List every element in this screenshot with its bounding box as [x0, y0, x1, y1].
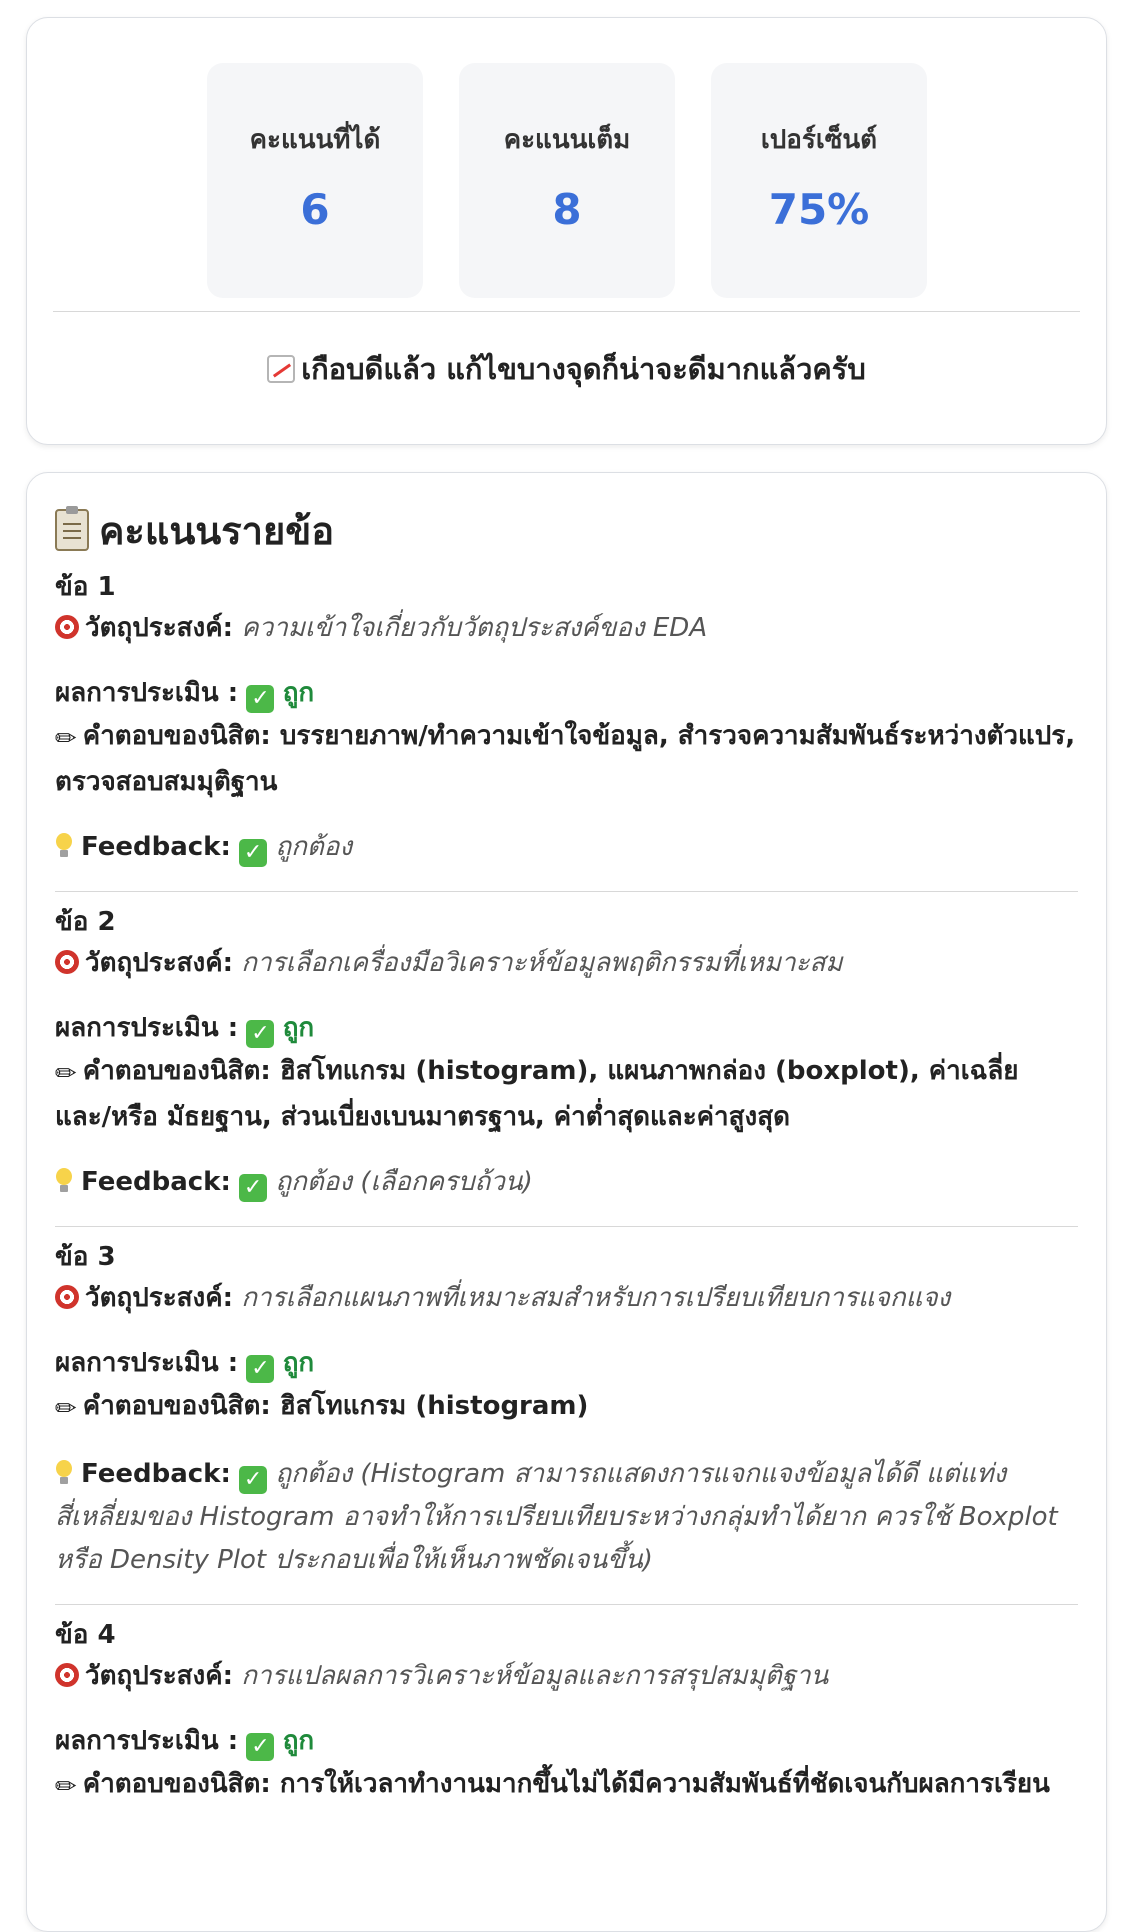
objective-text: การเลือกเครื่องมือวิเคราะห์ข้อมูลพฤติกรร…: [241, 948, 843, 978]
item-result: ผลการประเมิน : ✓ ถูก: [55, 1720, 1078, 1763]
check-mark-icon: ✓: [246, 685, 275, 713]
check-mark-icon: ✓: [239, 1174, 268, 1202]
score-total-box: คะแนนเต็ม 8: [459, 63, 675, 298]
feedback-label: Feedback:: [81, 832, 231, 862]
objective-text: การแปลผลการวิเคราะห์ข้อมูลและการสรุปสมมุ…: [241, 1661, 829, 1691]
check-mark-icon: ✓: [246, 1020, 275, 1048]
lightbulb-icon: [55, 1460, 73, 1486]
clipboard-icon: [55, 506, 89, 551]
item-result: ผลการประเมิน : ✓ ถูก: [55, 1007, 1078, 1050]
item-result: ผลการประเมิน : ✓ ถูก: [55, 672, 1078, 715]
check-mark-icon: ✓: [246, 1733, 275, 1761]
pencil-icon: ✏: [55, 724, 77, 754]
result-value: ถูก: [282, 1348, 315, 1378]
result-label: ผลการประเมิน :: [55, 1348, 239, 1378]
result-value: ถูก: [282, 1726, 315, 1756]
objective-label: วัตถุประสงค์:: [85, 1283, 234, 1313]
score-summary-card: คะแนนที่ได้ 6 คะแนนเต็ม 8 เปอร์เซ็นต์ 75…: [26, 17, 1107, 445]
score-percent-value: 75%: [768, 185, 870, 234]
pencil-icon: ✏: [55, 1059, 77, 1089]
objective-text: ความเข้าใจเกี่ยวกับวัตถุประสงค์ของ EDA: [241, 613, 708, 643]
item-objective: วัตถุประสงค์: การแปลผลการวิเคราะห์ข้อมูล…: [55, 1655, 1078, 1698]
item-objective: วัตถุประสงค์: การเลือกแผนภาพที่เหมาะสมสำ…: [55, 1277, 1078, 1320]
target-icon: [55, 615, 79, 639]
pencil-icon: ✏: [55, 1772, 77, 1802]
answer-text: การให้เวลาทำงานมากขึ้นไม่ได้มีความสัมพัน…: [279, 1769, 1050, 1799]
item-scores-card: คะแนนรายข้อ ข้อ 1 วัตถุประสงค์: ความเข้า…: [26, 472, 1107, 1932]
result-value: ถูก: [282, 1013, 315, 1043]
target-icon: [55, 950, 79, 974]
objective-label: วัตถุประสงค์:: [85, 948, 234, 978]
chart-increasing-icon: [267, 355, 296, 383]
target-icon: [55, 1285, 79, 1309]
item-answer: ✏ คำตอบของนิสิต: การให้เวลาทำงานมากขึ้นไม…: [55, 1763, 1078, 1809]
item-number: ข้อ 3: [55, 1242, 116, 1272]
check-mark-icon: ✓: [239, 839, 268, 867]
feedback-label: Feedback:: [81, 1459, 231, 1489]
result-value: ถูก: [282, 678, 315, 708]
item-number: ข้อ 2: [55, 907, 116, 937]
score-earned-value: 6: [300, 185, 330, 234]
objective-text: การเลือกแผนภาพที่เหมาะสมสำหรับการเปรียบเ…: [241, 1283, 951, 1313]
check-mark-icon: ✓: [239, 1466, 268, 1494]
pencil-icon: ✏: [55, 1394, 77, 1424]
score-earned-box: คะแนนที่ได้ 6: [207, 63, 423, 298]
item-number: ข้อ 4: [55, 1620, 116, 1650]
item-feedback: Feedback: ✓ ถูกต้อง (Histogram สามารถแสด…: [55, 1453, 1078, 1582]
score-percent-box: เปอร์เซ็นต์ 75%: [711, 63, 927, 298]
target-icon: [55, 1663, 79, 1687]
objective-label: วัตถุประสงค์:: [85, 1661, 234, 1691]
section-title: คะแนนรายข้อ: [55, 503, 1078, 557]
item-answer: ✏ คำตอบของนิสิต: บรรยายภาพ/ทำความเข้าใจข้…: [55, 715, 1078, 804]
score-stats: คะแนนที่ได้ 6 คะแนนเต็ม 8 เปอร์เซ็นต์ 75…: [27, 46, 1106, 298]
summary-message-text: เกือบดีแล้ว แก้ไขบางจุดก็น่าจะดีมากแล้วค…: [301, 352, 866, 386]
item-objective: วัตถุประสงค์: การเลือกเครื่องมือวิเคราะห…: [55, 942, 1078, 985]
summary-divider: [53, 311, 1080, 312]
answer-label: คำตอบของนิสิต:: [82, 1056, 271, 1086]
score-earned-label: คะแนนที่ได้: [249, 125, 381, 155]
score-total-label: คะแนนเต็ม: [503, 125, 631, 155]
answer-label: คำตอบของนิสิต:: [82, 1391, 271, 1421]
feedback-text: ถูกต้อง (เลือกครบถ้วน): [275, 1167, 533, 1197]
score-total-value: 8: [552, 185, 582, 234]
item-result: ผลการประเมิน : ✓ ถูก: [55, 1342, 1078, 1385]
result-label: ผลการประเมิน :: [55, 1013, 239, 1043]
answer-label: คำตอบของนิสิต:: [82, 1769, 271, 1799]
lightbulb-icon: [55, 833, 73, 859]
score-item-3: ข้อ 3 วัตถุประสงค์: การเลือกแผนภาพที่เหม…: [55, 1237, 1078, 1605]
summary-message: เกือบดีแล้ว แก้ไขบางจุดก็น่าจะดีมากแล้วค…: [27, 346, 1106, 392]
answer-label: คำตอบของนิสิต:: [82, 721, 271, 751]
check-mark-icon: ✓: [246, 1355, 275, 1383]
result-label: ผลการประเมิน :: [55, 1726, 239, 1756]
item-answer: ✏ คำตอบของนิสิต: ฮิสโทแกรม (histogram): [55, 1385, 1078, 1431]
item-feedback: Feedback: ✓ ถูกต้อง: [55, 826, 1078, 869]
score-item-2: ข้อ 2 วัตถุประสงค์: การเลือกเครื่องมือวิ…: [55, 902, 1078, 1227]
feedback-text: ถูกต้อง: [275, 832, 353, 862]
answer-text: ฮิสโทแกรม (histogram): [279, 1391, 589, 1421]
item-answer: ✏ คำตอบของนิสิต: ฮิสโทแกรม (histogram), แ…: [55, 1050, 1078, 1139]
score-percent-label: เปอร์เซ็นต์: [760, 125, 878, 155]
score-item-4: ข้อ 4 วัตถุประสงค์: การแปลผลการวิเคราะห์…: [55, 1615, 1078, 1809]
item-feedback: Feedback: ✓ ถูกต้อง (เลือกครบถ้วน): [55, 1161, 1078, 1204]
score-item-1: ข้อ 1 วัตถุประสงค์: ความเข้าใจเกี่ยวกับว…: [55, 567, 1078, 892]
section-title-text: คะแนนรายข้อ: [99, 508, 335, 553]
item-objective: วัตถุประสงค์: ความเข้าใจเกี่ยวกับวัตถุปร…: [55, 607, 1078, 650]
item-number: ข้อ 1: [55, 572, 116, 602]
result-label: ผลการประเมิน :: [55, 678, 239, 708]
lightbulb-icon: [55, 1168, 73, 1194]
objective-label: วัตถุประสงค์:: [85, 613, 234, 643]
feedback-label: Feedback:: [81, 1167, 231, 1197]
